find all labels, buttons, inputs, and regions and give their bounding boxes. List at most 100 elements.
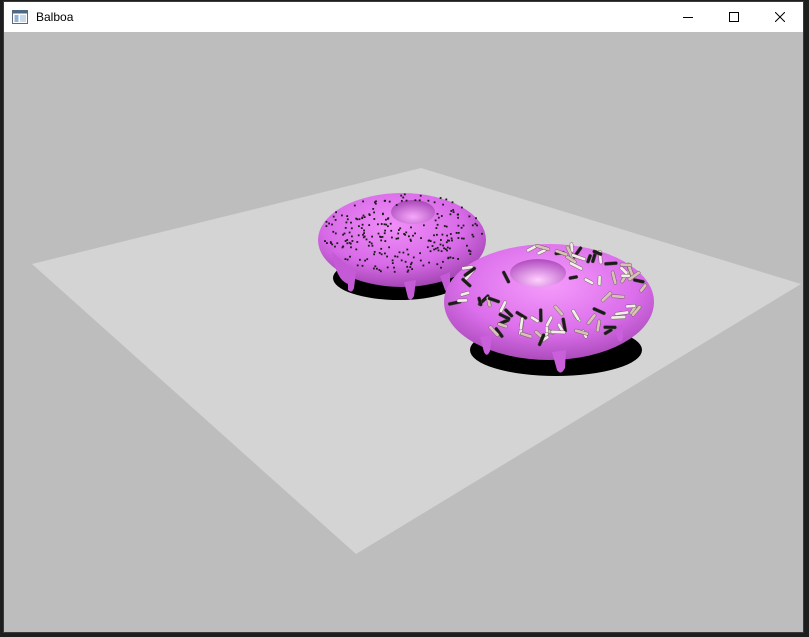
sprinkle-dot: [433, 241, 436, 244]
sprinkle-dot: [436, 246, 439, 249]
sprinkle-dot: [451, 201, 454, 204]
sprinkle-dot: [361, 217, 363, 220]
sprinkle-dot: [350, 246, 352, 249]
sprinkle-dot: [346, 258, 349, 261]
sprinkle-dot: [393, 270, 396, 273]
sprinkle-dot: [371, 235, 373, 238]
sprinkle-dot: [461, 206, 463, 209]
sprinkle-dot: [397, 232, 400, 235]
sprinkle-dot: [468, 249, 471, 252]
sprinkle-dot: [361, 223, 364, 226]
sprinkle-dot: [377, 223, 379, 226]
sprinkle-dot: [371, 244, 374, 247]
sprinkle-dot: [442, 260, 444, 263]
sprinkle-dot: [349, 255, 351, 258]
sprinkle-dot: [356, 264, 359, 267]
sprinkle-dot: [471, 233, 474, 236]
close-button[interactable]: [757, 2, 803, 32]
window-app-icon: [12, 10, 28, 24]
sprinkle-dot: [389, 222, 392, 225]
sprinkle-dot: [457, 213, 459, 216]
sprinkle-dot: [380, 223, 383, 225]
sprinkle-stick: [538, 308, 543, 323]
sprinkle-dot: [447, 239, 449, 242]
sprinkle-dot: [437, 249, 440, 252]
sprinkle-stick: [550, 329, 566, 335]
sprinkle-dot: [396, 255, 399, 258]
sprinkle-dot: [367, 244, 370, 247]
sprinkle-dot: [393, 266, 395, 269]
sprinkle-dot: [429, 250, 432, 253]
maximize-button[interactable]: [711, 2, 757, 32]
sprinkle-dot: [362, 236, 365, 239]
sprinkle-dot: [440, 250, 443, 253]
sprinkle-dot: [455, 232, 458, 234]
sprinkle-dot: [366, 258, 369, 261]
sprinkle-dot: [457, 216, 459, 219]
sprinkle-dot: [442, 203, 444, 206]
sprinkle-dot: [449, 213, 452, 216]
render-viewport[interactable]: [4, 32, 803, 632]
sprinkle-dot: [443, 225, 446, 227]
sprinkle-dot: [336, 242, 339, 245]
sprinkle-dot: [384, 252, 386, 255]
sprinkle-dot: [384, 229, 386, 232]
sprinkle-dot: [362, 200, 364, 203]
sprinkle-dot: [364, 259, 366, 262]
sprinkle-dot: [407, 253, 410, 256]
sprinkle-dot: [384, 240, 387, 242]
sprinkle-dot: [349, 242, 352, 245]
sprinkle-dot: [383, 200, 386, 202]
sprinkle-dot: [388, 246, 390, 249]
sprinkle-stick: [603, 325, 617, 330]
sprinkle-dot: [444, 248, 447, 251]
sprinkle-dot: [414, 199, 417, 202]
sprinkle-dot: [380, 239, 383, 242]
sprinkle-dot: [441, 233, 444, 236]
sprinkle-dot: [468, 215, 471, 218]
sprinkle-dot: [410, 263, 412, 266]
sprinkle-dot: [355, 248, 358, 251]
sprinkle-dot: [380, 236, 382, 238]
sprinkle-dot: [412, 234, 414, 237]
sprinkle-dot: [385, 223, 388, 226]
sprinkle-dot: [358, 225, 360, 228]
sprinkle-dot: [350, 221, 352, 224]
sprinkle-stick: [625, 304, 637, 309]
sprinkle-dot: [452, 211, 455, 213]
sprinkle-dot: [373, 218, 376, 220]
sprinkle-dot: [447, 256, 450, 259]
sprinkle-dot: [382, 212, 384, 215]
title-bar[interactable]: Balboa: [4, 2, 803, 32]
sprinkle-dot: [373, 267, 375, 270]
caption-buttons: [665, 2, 803, 32]
sprinkle-dot: [469, 253, 472, 255]
sprinkle-dot: [450, 210, 453, 212]
sprinkle-dot: [325, 220, 328, 223]
sprinkle-dot: [395, 204, 398, 206]
sprinkle-dot: [420, 237, 422, 239]
sprinkle-dot: [406, 248, 409, 251]
sprinkle-dot: [374, 265, 377, 268]
sprinkle-dot: [368, 213, 371, 216]
sprinkle-dot: [397, 237, 400, 240]
sprinkle-dot: [383, 223, 386, 226]
sprinkle-dot: [406, 265, 409, 268]
sprinkle-dot: [346, 215, 349, 217]
sprinkle-dot: [414, 232, 416, 235]
sprinkle-dot: [363, 216, 366, 218]
sprinkle-dot: [466, 244, 468, 247]
minimize-button[interactable]: [665, 2, 711, 32]
sprinkle-stick: [610, 315, 626, 320]
sprinkle-dot: [362, 233, 364, 236]
sprinkle-dot: [402, 251, 405, 254]
sprinkle-dot: [462, 224, 465, 227]
sprinkle-dot: [449, 256, 452, 259]
sprinkle-dot: [325, 225, 328, 227]
sprinkle-dot: [373, 253, 375, 256]
sprinkle-dot: [385, 218, 387, 221]
sprinkle-dot: [332, 230, 335, 233]
sprinkle-dot: [418, 199, 421, 202]
sprinkle-dot: [449, 233, 452, 235]
sprinkle-dot: [433, 201, 436, 204]
